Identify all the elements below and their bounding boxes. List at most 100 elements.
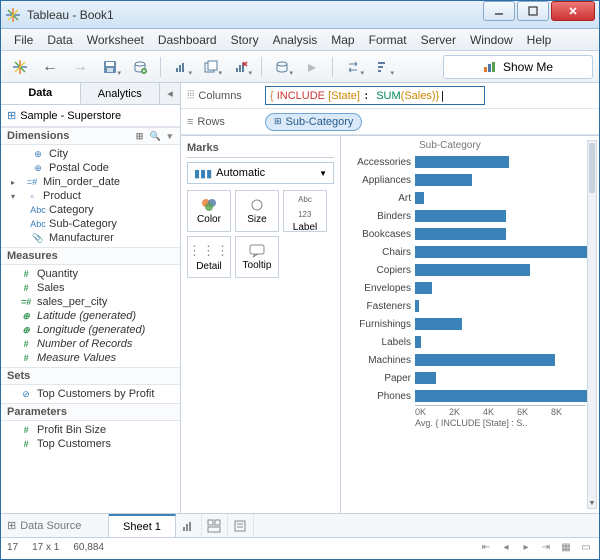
measure-item[interactable]: #Measure Values	[1, 351, 180, 365]
bar[interactable]	[415, 210, 506, 222]
new-worksheet-tab-button[interactable]	[176, 514, 202, 537]
save-button[interactable]	[97, 55, 123, 79]
bar[interactable]	[415, 372, 436, 384]
marks-size-button[interactable]: Size	[235, 190, 279, 232]
marks-detail-button[interactable]: ⋮⋮⋮Detail	[187, 236, 231, 278]
dimensions-tree: ⊕City⊕Postal Code▸=#Min_order_date▾▫Prod…	[1, 145, 180, 247]
vertical-scrollbar[interactable]: ▲ ▼	[587, 140, 597, 509]
back-button[interactable]: ←	[37, 55, 63, 79]
nav-prev-icon[interactable]: ◂	[499, 542, 513, 553]
tableau-logo-icon[interactable]	[7, 55, 33, 79]
datasource-item[interactable]: ⊞ Sample - Superstore	[1, 105, 180, 127]
rows-pill-subcategory[interactable]: ⊞Sub-Category	[265, 113, 362, 131]
menu-server[interactable]: Server	[414, 31, 463, 49]
number-icon: =#	[19, 297, 33, 307]
new-dashboard-tab-button[interactable]	[202, 514, 228, 537]
dimension-item[interactable]: 📎Manufacturer	[1, 231, 180, 245]
dimension-item[interactable]: ⊕City	[1, 147, 180, 161]
chart-area: Sub-Category AccessoriesAppliancesArtBin…	[341, 136, 599, 513]
clear-sheet-button[interactable]	[228, 55, 254, 79]
parameter-item[interactable]: #Profit Bin Size	[1, 423, 180, 437]
axis-tick: 6K	[517, 407, 551, 417]
menu-story[interactable]: Story	[224, 31, 266, 49]
forward-button[interactable]: →	[67, 55, 93, 79]
datapane-menu-icon[interactable]: ◂	[160, 83, 180, 104]
marks-type-selector[interactable]: ▮▮▮Automatic ▼	[187, 162, 334, 184]
tab-analytics[interactable]: Analytics	[81, 83, 161, 104]
globe-icon: ⊕	[19, 311, 33, 322]
mark-cell-label: Color	[197, 214, 221, 225]
scroll-thumb[interactable]	[589, 143, 595, 193]
columns-shelf[interactable]: ⦙⦙⦙Columns { INCLUDE [State] : SUM(Sales…	[181, 83, 599, 109]
nav-last-icon[interactable]: ⇥	[539, 542, 553, 553]
nav-first-icon[interactable]: ⇤	[479, 542, 493, 553]
dimensions-tools[interactable]: ⊞ 🔍 ▾	[136, 131, 174, 142]
dimension-item[interactable]: ▸=#Min_order_date	[1, 175, 180, 189]
bar[interactable]	[415, 264, 530, 276]
new-datasource-button[interactable]	[127, 55, 153, 79]
new-story-tab-button[interactable]	[228, 514, 254, 537]
measure-item[interactable]: #Number of Records	[1, 337, 180, 351]
measure-item[interactable]: #Quantity	[1, 267, 180, 281]
columns-formula-field[interactable]: { INCLUDE [State] : SUM(Sales)}|	[265, 86, 485, 105]
sheet-tab[interactable]: Sheet 1	[109, 514, 176, 537]
measure-item[interactable]: =#sales_per_city	[1, 295, 180, 309]
bar[interactable]	[415, 246, 587, 258]
measure-item[interactable]: ⊕Latitude (generated)	[1, 309, 180, 323]
dimension-item[interactable]: ⊕Postal Code	[1, 161, 180, 175]
maximize-button[interactable]	[517, 1, 549, 21]
menu-help[interactable]: Help	[520, 31, 559, 49]
marks-tooltip-button[interactable]: Tooltip	[235, 236, 279, 278]
dimension-item[interactable]: ▾▫Product	[1, 189, 180, 203]
sort-button[interactable]	[370, 55, 396, 79]
auto-update-button[interactable]	[269, 55, 295, 79]
menu-data[interactable]: Data	[40, 31, 79, 49]
bar-label: Appliances	[345, 175, 415, 186]
bar-label: Accessories	[345, 157, 415, 168]
bar[interactable]	[415, 354, 555, 366]
measure-item[interactable]: #Sales	[1, 281, 180, 295]
dimension-item[interactable]: AbcCategory	[1, 203, 180, 217]
dimension-item[interactable]: AbcSub-Category	[1, 217, 180, 231]
title-bar: Tableau - Book1	[1, 1, 599, 29]
bar[interactable]	[415, 174, 472, 186]
show-me-button[interactable]: Show Me	[443, 55, 593, 79]
menu-analysis[interactable]: Analysis	[266, 31, 325, 49]
run-update-button[interactable]: ▸	[299, 55, 325, 79]
swap-axes-button[interactable]	[340, 55, 366, 79]
close-button[interactable]	[551, 1, 595, 21]
rows-shelf[interactable]: ≡Rows ⊞Sub-Category	[181, 109, 599, 135]
set-item[interactable]: ⊘Top Customers by Profit	[1, 387, 180, 401]
view-presentation-icon[interactable]: ▭	[579, 542, 593, 553]
duplicate-sheet-button[interactable]	[198, 55, 224, 79]
view-grid-icon[interactable]: ▦	[559, 542, 573, 553]
menu-window[interactable]: Window	[463, 31, 520, 49]
bar-row: Envelopes	[345, 279, 585, 297]
mark-cell-label: Size	[247, 214, 266, 225]
menu-format[interactable]: Format	[362, 31, 414, 49]
x-axis: 0K2K4K6K8K	[415, 405, 585, 417]
bar[interactable]	[415, 336, 421, 348]
bar[interactable]	[415, 390, 587, 402]
measure-item[interactable]: ⊕Longitude (generated)	[1, 323, 180, 337]
bar[interactable]	[415, 192, 424, 204]
datasource-tab[interactable]: ⊞Data Source	[1, 514, 109, 537]
new-worksheet-button[interactable]	[168, 55, 194, 79]
sets-header: Sets	[7, 370, 30, 382]
nav-next-icon[interactable]: ▸	[519, 542, 533, 553]
scroll-down-icon[interactable]: ▼	[588, 498, 596, 508]
menu-map[interactable]: Map	[324, 31, 361, 49]
marks-label-button[interactable]: Abc123Label	[283, 190, 327, 232]
marks-color-button[interactable]: Color	[187, 190, 231, 232]
bar[interactable]	[415, 228, 506, 240]
minimize-button[interactable]	[483, 1, 515, 21]
menu-worksheet[interactable]: Worksheet	[80, 31, 151, 49]
bar[interactable]	[415, 300, 419, 312]
bar[interactable]	[415, 282, 432, 294]
tab-data[interactable]: Data	[1, 83, 81, 104]
bar[interactable]	[415, 156, 509, 168]
bar[interactable]	[415, 318, 462, 330]
parameter-item[interactable]: #Top Customers	[1, 437, 180, 451]
menu-dashboard[interactable]: Dashboard	[151, 31, 224, 49]
menu-file[interactable]: File	[7, 31, 40, 49]
